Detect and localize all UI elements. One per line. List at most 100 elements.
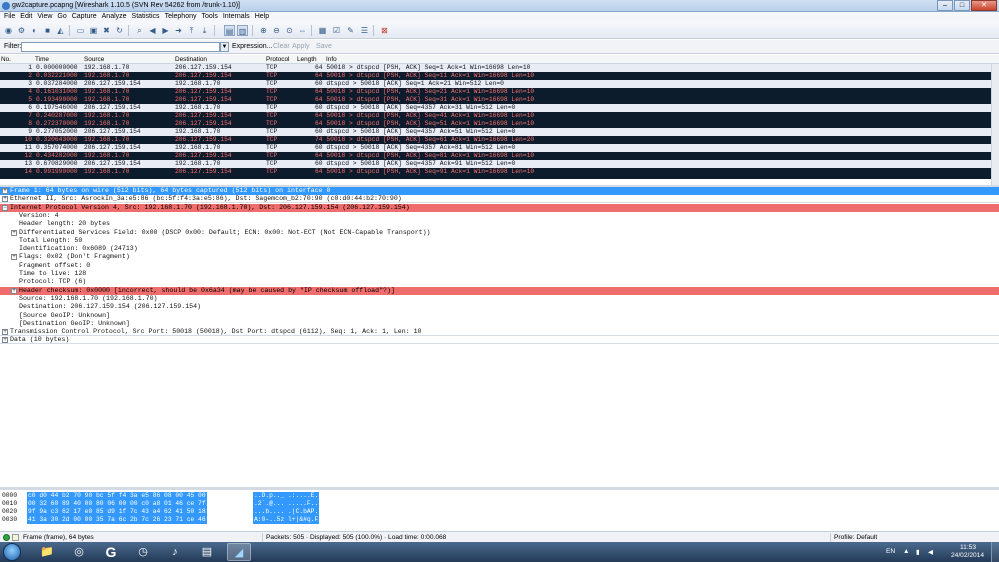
protocol-tree-node[interactable]: + Transmission Control Protocol, Src Port… [0, 328, 999, 337]
g-app-taskbar-icon[interactable]: G [99, 543, 123, 561]
collapse-icon[interactable]: − [2, 204, 8, 211]
protocol-tree-field[interactable]: Protocol: TCP (6) [0, 278, 999, 286]
preferences-icon[interactable]: ☰ [359, 25, 370, 36]
packet-row[interactable]: 6 0.197546000 206.127.159.154 192.168.1.70 T… [0, 104, 991, 112]
packet-row[interactable]: 1 0.000000000 192.168.1.70 206.127.159.154 T… [0, 64, 991, 72]
packet-row[interactable]: 14 0.991990000 192.168.1.70 206.127.159.154… [0, 168, 991, 176]
clock-date[interactable]: 24/02/2014 [951, 552, 984, 559]
expand-icon[interactable]: + [11, 229, 17, 236]
reload-icon[interactable]: ↻ [114, 25, 125, 36]
byte-ascii-values[interactable]: ...b.... .|C.bAP. [253, 508, 320, 516]
column-length[interactable]: Length [297, 56, 317, 63]
expand-icon[interactable]: + [2, 188, 8, 194]
go-back-icon[interactable]: ◀ [147, 25, 158, 36]
packet-list[interactable]: 1 0.000000000 192.168.1.70 206.127.159.154 T… [0, 64, 999, 185]
expand-icon[interactable]: + [2, 337, 8, 344]
packet-row[interactable]: 3 0.037284000 206.127.159.154 192.168.1.70 T… [0, 80, 991, 88]
menu-go[interactable]: Go [57, 12, 66, 22]
media-taskbar-icon[interactable]: ♪ [163, 543, 187, 561]
protocol-tree-node[interactable]: + Frame 1: 64 bytes on wire (512 bits), 6… [0, 187, 999, 195]
protocol-tree-field[interactable]: Destination: 206.127.159.154 (206.127.15… [0, 303, 999, 311]
protocol-tree-node[interactable]: + Data (10 bytes) [0, 336, 999, 345]
apply-button[interactable]: Apply [292, 43, 310, 50]
packet-row[interactable]: 2 0.032221000 192.168.1.70 206.127.159.154 T… [0, 72, 991, 80]
notes-taskbar-icon[interactable]: ▤ [195, 543, 219, 561]
packet-bytes-pane[interactable]: 0000 c0 d0 44 b2 70 90 bc 5f f4 3a e5 86 … [0, 490, 999, 528]
column-no[interactable]: No. [1, 56, 11, 63]
byte-ascii-values[interactable]: A:0-..5z l+|&#q.F [253, 516, 320, 524]
go-to-packet-icon[interactable]: ➜ [173, 25, 184, 36]
packet-row[interactable]: 5 0.193490000 192.168.1.70 206.127.159.154 T… [0, 96, 991, 104]
minimize-button[interactable]: – [937, 0, 953, 11]
network-icon[interactable]: ▮ [916, 548, 920, 556]
save-filter-button[interactable]: Save [316, 43, 332, 50]
menu-tools[interactable]: Tools [201, 12, 217, 22]
protocol-tree-field[interactable]: + Differentiated Services Field: 0x00 (DS… [0, 229, 999, 237]
packet-row[interactable]: 7 0.240287000 192.168.1.70 206.127.159.154 T… [0, 112, 991, 120]
save-file-icon[interactable]: ▣ [88, 25, 99, 36]
byte-hex-values[interactable]: 41 3a 30 2d 00 00 35 7a 6c 2b 7c 26 23 7… [27, 516, 207, 524]
capture-filters-icon[interactable]: ▦ [317, 25, 328, 36]
start-capture-icon[interactable]: ◐ [29, 25, 40, 36]
packet-row[interactable]: 4 0.161031000 192.168.1.70 206.127.159.154 T… [0, 88, 991, 96]
options-icon[interactable]: ⚙ [16, 25, 27, 36]
packet-details-tree[interactable]: + Frame 1: 64 bytes on wire (512 bits), 6… [0, 187, 999, 487]
show-desktop-button[interactable] [991, 542, 999, 562]
menu-help[interactable]: Help [255, 12, 269, 22]
coloring-rules-icon[interactable]: ✎ [345, 25, 356, 36]
display-filter-input[interactable] [21, 42, 220, 52]
protocol-tree-field[interactable]: Source: 192.168.1.70 (192.168.1.70) [0, 295, 999, 303]
protocol-tree-node[interactable]: − Internet Protocol Version 4, Src: 192.1… [0, 203, 999, 212]
close-file-icon[interactable]: ✖ [101, 25, 112, 36]
protocol-tree-field[interactable]: Time to live: 128 [0, 270, 999, 278]
maximize-button[interactable]: □ [954, 0, 970, 11]
zoom-in-icon[interactable]: ⊕ [258, 25, 269, 36]
tray-up-arrow-icon[interactable]: ▲ [903, 548, 910, 555]
auto-scroll-icon[interactable]: ▥ [237, 25, 248, 36]
expert-info-icon[interactable] [3, 534, 10, 541]
filter-history-dropdown[interactable]: ▼ [220, 42, 229, 52]
packet-row[interactable]: 11 0.357074000 206.127.159.154 192.168.1.70… [0, 144, 991, 152]
protocol-tree-field[interactable]: Fragment offset: 0 [0, 262, 999, 270]
packet-row[interactable]: 12 0.434282000 192.168.1.70 206.127.159.154… [0, 152, 991, 160]
zoom-out-icon[interactable]: ⊖ [271, 25, 282, 36]
packet-row[interactable]: 9 0.277052000 206.127.159.154 192.168.1.70 T… [0, 128, 991, 136]
column-protocol[interactable]: Protocol [266, 56, 289, 63]
open-file-icon[interactable]: ▭ [75, 25, 86, 36]
column-source[interactable]: Source [84, 56, 104, 63]
menu-statistics[interactable]: Statistics [132, 12, 160, 22]
menu-internals[interactable]: Internals [223, 12, 250, 22]
volume-icon[interactable]: ◀ [928, 548, 933, 556]
protocol-tree-field[interactable]: Total Length: 50 [0, 237, 999, 245]
find-packet-icon[interactable]: ⌕ [134, 25, 145, 36]
language-indicator[interactable]: EN [886, 548, 895, 555]
column-time[interactable]: Time [35, 56, 49, 63]
expression-button[interactable]: Expression... [232, 43, 272, 50]
clear-button[interactable]: Clear [273, 43, 290, 50]
menu-telephony[interactable]: Telephony [165, 12, 197, 22]
interfaces-icon[interactable]: ◉ [3, 25, 14, 36]
menu-capture[interactable]: Capture [72, 12, 97, 22]
explorer-taskbar-icon[interactable]: 📁 [35, 543, 59, 561]
start-button[interactable] [3, 543, 21, 561]
first-packet-icon[interactable]: ⤒ [186, 25, 197, 36]
last-packet-icon[interactable]: ⤓ [199, 25, 210, 36]
column-destination[interactable]: Destination [175, 56, 207, 63]
wireshark-taskbar-icon[interactable]: ◢ [227, 543, 251, 561]
close-button[interactable]: ✕ [971, 0, 997, 11]
help-icon[interactable]: ⊠ [379, 25, 390, 36]
protocol-tree-node[interactable]: + Ethernet II, Src: AsrockIn_3a:e5:86 (bc… [0, 195, 999, 204]
protocol-tree-field[interactable]: + Flags: 0x02 (Don't Fragment) [0, 253, 999, 261]
column-info[interactable]: Info [326, 56, 337, 63]
capture-comments-icon[interactable] [12, 534, 19, 541]
menu-file[interactable]: File [4, 12, 15, 22]
byte-hex-values[interactable]: 9f 9a c3 62 17 e0 85 d9 1f 7c 43 a4 62 4… [27, 508, 207, 516]
byte-ascii-values[interactable]: ..D.p.._ .:....E. [253, 492, 320, 500]
clock-time[interactable]: 11:53 [960, 544, 976, 551]
stop-capture-icon[interactable]: ■ [42, 25, 53, 36]
byte-ascii-values[interactable]: .2`.@... .....F.. [253, 500, 320, 508]
expand-icon[interactable]: + [11, 287, 17, 294]
packet-row[interactable]: 8 0.272370000 192.168.1.70 206.127.159.154 T… [0, 120, 991, 128]
colorize-icon[interactable]: ▤ [224, 25, 235, 36]
packet-row-partial[interactable] [0, 176, 991, 179]
